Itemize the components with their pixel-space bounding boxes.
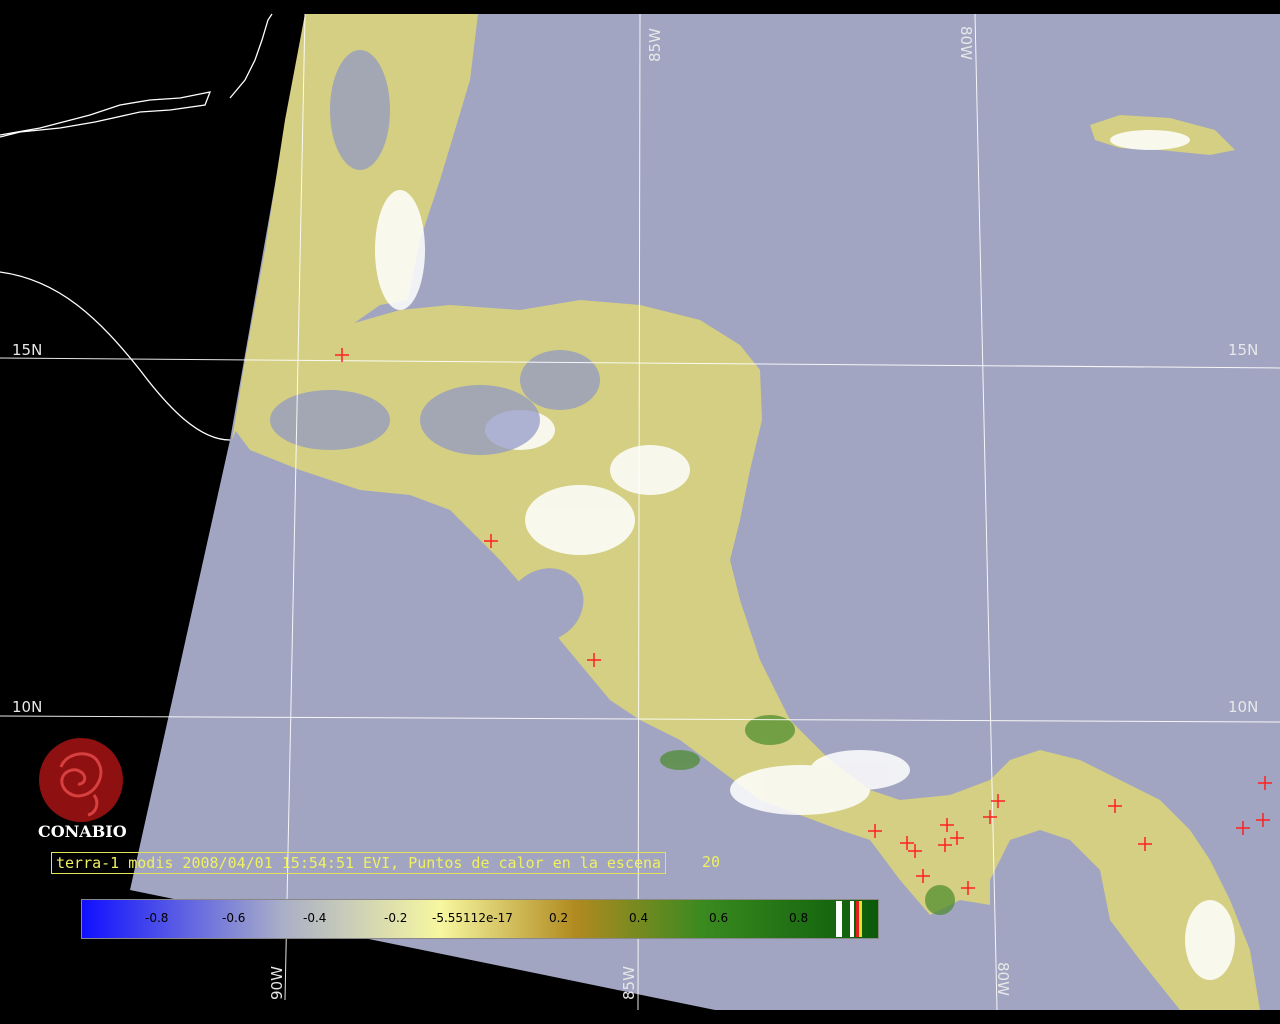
lat-label-10n: 10N [12, 698, 43, 716]
scene-caption: terra-1 modis 2008/04/01 15:54:51 EVI, P… [51, 852, 667, 874]
colorbar-marker-white-2 [850, 901, 854, 937]
lon-label-85w-top: 85W [646, 28, 664, 62]
colorbar-marker-white [836, 901, 842, 937]
lat-label-10n-right: 10N [1228, 698, 1259, 716]
colorbar-tick: 0.6 [709, 911, 729, 925]
lon-label-90w-bottom: 90W [268, 966, 286, 1000]
colorbar-tick: 0.8 [789, 911, 809, 925]
lon-label-85w-bottom: 85W [620, 966, 638, 1000]
colorbar-tick: -0.8 [145, 911, 169, 925]
colorbar-tick: 0.2 [549, 911, 569, 925]
colorbar-tick: 0.4 [629, 911, 649, 925]
hotspot-count: 20 [702, 853, 721, 871]
colorbar-tick: -0.2 [384, 911, 408, 925]
lat-label-15n-right: 15N [1228, 341, 1259, 359]
lon-label-80w-top: 80W [957, 26, 975, 60]
lat-label-15n: 15N [12, 341, 43, 359]
colorbar-marker-yellow [859, 901, 862, 937]
conabio-logo [39, 738, 123, 822]
lon-label-80w-bottom: 80W [994, 962, 1012, 996]
colorbar-tick: -0.6 [222, 911, 246, 925]
colorbar-tick: -0.4 [303, 911, 327, 925]
colorbar-tick: -5.55112e-17 [432, 911, 513, 925]
conabio-wordmark: CONABIO [38, 822, 127, 841]
